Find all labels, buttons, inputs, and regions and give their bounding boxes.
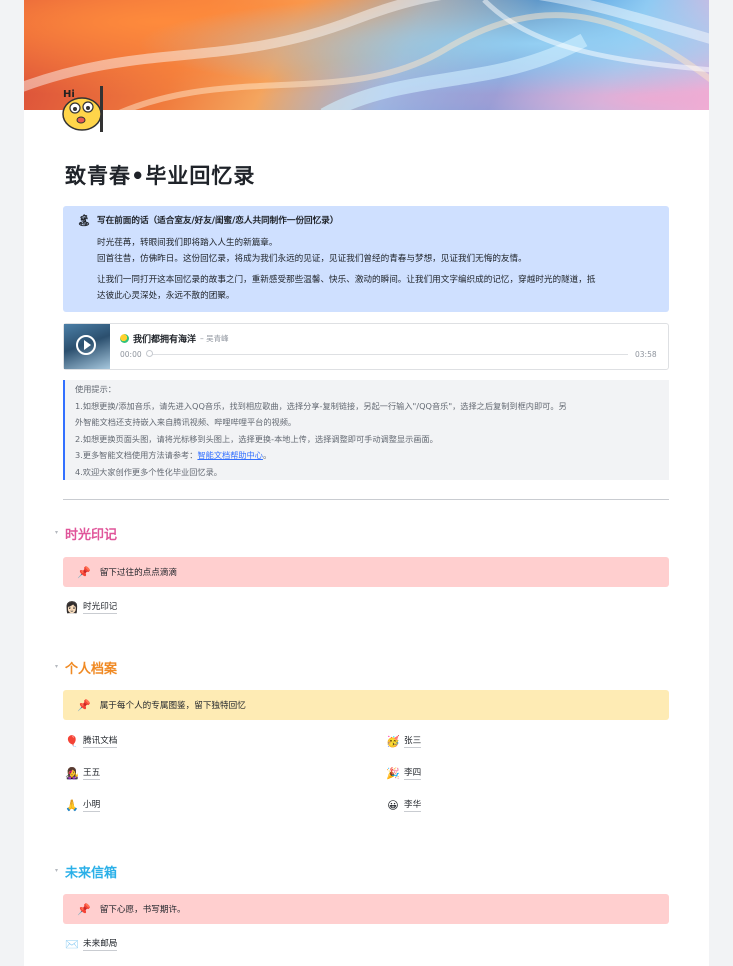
- subpage-link[interactable]: 👩🏻 时光印记: [65, 601, 118, 614]
- page-icon-hi-emoji[interactable]: Hi: [60, 82, 110, 134]
- subpage-link[interactable]: 🎉 李四: [386, 767, 422, 780]
- section-heading-future-mailbox: 未来信箱: [65, 866, 118, 881]
- duration-time: 03:58: [635, 350, 657, 359]
- usage-tips-quote: 使用提示： 1.如想更换/添加音乐，请先进入QQ音乐，找到相应歌曲，选择分享-复…: [63, 380, 669, 480]
- subpage-link[interactable]: 🎈 腾讯文档: [65, 735, 118, 748]
- envelope-icon: ✉️: [65, 938, 79, 951]
- song-artist: – 吴青峰: [200, 334, 229, 343]
- play-icon[interactable]: [76, 335, 96, 355]
- music-player[interactable]: 我们都拥有海洋 – 吴青峰 00:00 03:58: [63, 323, 669, 370]
- intro-line: 让我们一同打开这本回忆录的故事之门，重新感受那些温馨、快乐、激动的瞬间。让我们用…: [97, 275, 596, 285]
- collapse-toggle-icon[interactable]: ▾: [55, 867, 58, 874]
- intro-line: 时光荏苒，转眼间我们即将踏入人生的新篇章。: [97, 238, 278, 248]
- section-callout: 📌 留下心愿，书写期许。: [63, 894, 669, 924]
- party-popper-icon: 🎉: [386, 767, 400, 780]
- intro-line: 达彼此心灵深处，永远不散的团聚。: [97, 291, 235, 301]
- current-time: 00:00: [120, 350, 142, 359]
- singer-icon: 👩‍🎤: [65, 767, 79, 780]
- album-cover[interactable]: [64, 324, 110, 369]
- pushpin-icon: 📌: [77, 902, 91, 916]
- collapse-toggle-icon[interactable]: ▾: [55, 529, 58, 536]
- folded-hands-icon: 🙏: [65, 799, 79, 812]
- progress-handle[interactable]: [146, 350, 153, 357]
- svg-text:Hi: Hi: [63, 89, 75, 100]
- tips-title: 使用提示：: [75, 384, 116, 394]
- document-page: Hi 致青春•毕业回忆录 🏝 写在前面的话（适合室友/好友/闺蜜/恋人共同制作一…: [24, 0, 709, 966]
- tips-line: 外智能文档还支持嵌入来自腾讯视频、哔哩哔哩平台的视频。: [75, 417, 297, 427]
- cover-image[interactable]: [24, 0, 709, 110]
- tips-line: 3.更多智能文档使用方法请参考：智能文档帮助中心。: [75, 450, 272, 460]
- party-face-icon: 🥳: [386, 735, 400, 748]
- pushpin-icon: 📌: [77, 698, 91, 712]
- song-title: 我们都拥有海洋: [133, 335, 197, 345]
- subpage-link[interactable]: 🥳 张三: [386, 735, 422, 748]
- tips-line: 2.如想更换页面头图，请将光标移到头图上，选择更换-本地上传，选择调整即可手动调…: [75, 433, 438, 444]
- grinning-face-icon: 😀: [387, 799, 399, 812]
- balloon-icon: 🎈: [65, 735, 79, 748]
- tips-line: 4.欢迎大家创作更多个性化毕业回忆录。: [75, 466, 222, 477]
- intro-line: 回首往昔，仿佛昨日。这份回忆录，将成为我们永远的见证，见证我们曾经的青春与梦想，…: [97, 254, 527, 264]
- intro-callout: 🏝 写在前面的话（适合室友/好友/闺蜜/恋人共同制作一份回忆录） 时光荏苒，转眼…: [63, 206, 669, 312]
- section-heading-profiles: 个人档案: [65, 662, 118, 677]
- intro-heading: 🏝 写在前面的话（适合室友/好友/闺蜜/恋人共同制作一份回忆录）: [77, 214, 339, 227]
- song-info: 我们都拥有海洋 – 吴青峰: [120, 332, 229, 345]
- progress-track[interactable]: [148, 354, 628, 355]
- section-callout: 📌 属于每个人的专属图鉴，留下独特回忆: [63, 690, 669, 720]
- section-heading-time-marks: 时光印记: [65, 528, 118, 543]
- collapse-toggle-icon[interactable]: ▾: [55, 663, 58, 670]
- qq-music-icon: [120, 334, 129, 343]
- pushpin-icon: 📌: [77, 565, 91, 579]
- umbrella-beach-icon: 🏝: [77, 214, 91, 227]
- section-callout: 📌 留下过往的点点滴滴: [63, 557, 669, 587]
- subpage-link[interactable]: 😀 李华: [386, 799, 422, 812]
- subpage-link[interactable]: ✉️ 未来邮局: [65, 938, 118, 951]
- help-center-link[interactable]: 智能文档帮助中心: [197, 450, 263, 460]
- divider: [63, 499, 669, 500]
- woman-icon: 👩🏻: [65, 601, 79, 614]
- page-title: 致青春•毕业回忆录: [65, 164, 256, 188]
- subpage-link[interactable]: 👩‍🎤 王五: [65, 767, 101, 780]
- subpage-link[interactable]: 🙏 小明: [65, 799, 101, 812]
- tips-line: 1.如想更换/添加音乐，请先进入QQ音乐，找到相应歌曲，选择分享-复制链接，另起…: [75, 400, 567, 411]
